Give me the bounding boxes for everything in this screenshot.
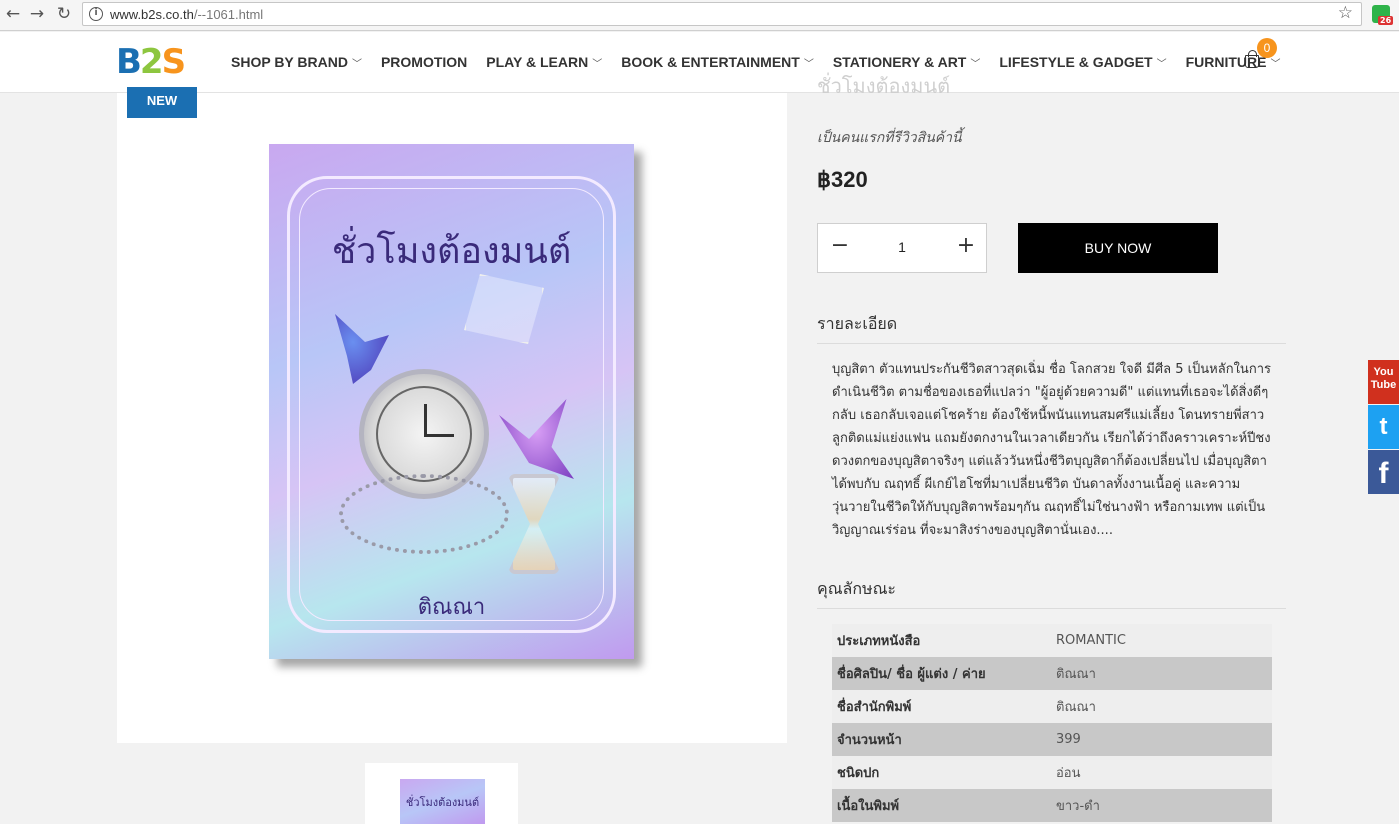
buy-now-button[interactable]: BUY NOW <box>1018 223 1218 273</box>
spec-key: จำนวนหน้า <box>837 733 902 748</box>
chevron-down-icon: ﹀ <box>803 59 814 70</box>
review-link[interactable]: เป็นคนแรกที่รีวิวสินค้านี้ <box>817 127 962 149</box>
chain-illustration <box>339 474 509 554</box>
forward-icon[interactable]: → <box>26 3 48 25</box>
divider <box>817 608 1286 609</box>
twitter-icon[interactable]: t <box>1368 405 1399 449</box>
watch-hand <box>424 434 454 437</box>
reload-icon[interactable]: ↻ <box>53 3 75 25</box>
facebook-icon[interactable]: f <box>1368 450 1399 494</box>
table-row: จำนวนหน้า 399 <box>832 723 1272 756</box>
cart-icon[interactable] <box>1245 50 1259 68</box>
new-badge: NEW <box>127 87 197 118</box>
quantity-stepper: − 1 + <box>817 223 987 273</box>
chevron-down-icon: ﹀ <box>970 59 981 70</box>
menu-book-entertainment[interactable]: BOOK & ENTERTAINMENT ﹀ <box>621 54 814 70</box>
spec-value: ติณณา <box>1056 700 1096 715</box>
b2s-logo[interactable]: B2S <box>116 44 186 80</box>
chevron-down-icon: ﹀ <box>592 59 603 70</box>
product-price: ฿320 <box>817 167 868 192</box>
spec-key: ประเภทหนังสือ <box>837 634 921 649</box>
url-text[interactable]: www.b2s.co.th/--1061.html <box>110 7 263 22</box>
spec-value: 399 <box>1056 732 1081 747</box>
table-row: ชนิดปก อ่อน <box>832 756 1272 789</box>
youtube-icon[interactable]: You Tube <box>1368 360 1399 404</box>
site-header: B2S SHOP BY BRAND ﹀ PROMOTION PLAY & LEAR… <box>0 32 1399 93</box>
table-row: ชื่อสำนักพิมพ์ ติณณา <box>832 690 1272 723</box>
table-row: ชื่อศิลปิน/ ชื่อ ผู้แต่ง / ค่าย ติณณา <box>832 657 1272 690</box>
thumbnail-title: ชั่วโมงต้องมนต์ <box>405 796 480 809</box>
spec-value: อ่อน <box>1056 766 1081 781</box>
quantity-input[interactable]: 1 <box>878 239 926 255</box>
spec-key: ชื่อศิลปิน/ ชื่อ ผู้แต่ง / ค่าย <box>837 667 986 682</box>
quantity-increase-button[interactable]: + <box>956 235 976 259</box>
chevron-down-icon: ﹀ <box>1270 59 1281 70</box>
product-title: ชั่วโมงต้องมนต์ <box>817 74 951 98</box>
chevron-down-icon: ﹀ <box>1156 59 1167 70</box>
bookmark-star-icon[interactable]: ☆ <box>1338 3 1353 23</box>
spec-key: ชนิดปก <box>837 766 880 781</box>
spec-table: ประเภทหนังสือ ROMANTIC ชื่อศิลปิน/ ชื่อ ผ… <box>832 624 1272 822</box>
product-thumbnail[interactable]: ชั่วโมงต้องมนต์ <box>365 763 518 824</box>
table-row: ประเภทหนังสือ ROMANTIC <box>832 624 1272 657</box>
features-heading: คุณลักษณะ <box>817 579 897 598</box>
info-icon[interactable]: i <box>89 7 103 21</box>
address-bar[interactable]: i www.b2s.co.th/--1061.html ☆ <box>82 2 1362 26</box>
table-row: เนื้อในพิมพ์ ขาว-ดำ <box>832 789 1272 822</box>
product-description: บุญสิตา ตัวแทนประกันชีวิตสาวสุดเฉิ่ม ชื่… <box>832 362 1271 538</box>
details-heading: รายละเอียด <box>817 314 898 333</box>
main-menu: SHOP BY BRAND ﹀ PROMOTION PLAY & LEARN ﹀ B… <box>231 54 1300 70</box>
spec-value: ติณณา <box>1056 667 1096 682</box>
menu-lifestyle-gadget[interactable]: LIFESTYLE & GADGET ﹀ <box>999 54 1166 70</box>
product-cover-image[interactable]: ชั่วโมงต้องมนต์ ติณณา <box>269 144 634 659</box>
extension-badge: 26 <box>1378 16 1394 25</box>
spec-value: ROMANTIC <box>1056 633 1126 648</box>
cover-title: ชั่วโมงต้องมนต์ <box>331 231 572 272</box>
menu-stationery-art[interactable]: STATIONERY & ART ﹀ <box>833 54 981 70</box>
menu-shop-by-brand[interactable]: SHOP BY BRAND ﹀ <box>231 54 362 70</box>
watch-hand <box>424 404 427 436</box>
spec-key: เนื้อในพิมพ์ <box>837 799 900 814</box>
menu-promotion[interactable]: PROMOTION <box>381 54 467 70</box>
browser-toolbar: ← → ↻ i www.b2s.co.th/--1061.html ☆ 26 <box>0 0 1399 31</box>
cart-count-badge: 0 <box>1257 38 1277 58</box>
quantity-decrease-button[interactable]: − <box>830 235 850 259</box>
menu-play-learn[interactable]: PLAY & LEARN ﹀ <box>486 54 602 70</box>
back-icon[interactable]: ← <box>2 3 24 25</box>
divider <box>817 343 1286 344</box>
thumbnail-cover: ชั่วโมงต้องมนต์ <box>400 779 485 824</box>
chevron-down-icon: ﹀ <box>351 59 362 70</box>
cover-author: ติณณา <box>417 595 486 620</box>
spec-value: ขาว-ดำ <box>1056 799 1100 814</box>
spec-key: ชื่อสำนักพิมพ์ <box>837 700 912 715</box>
